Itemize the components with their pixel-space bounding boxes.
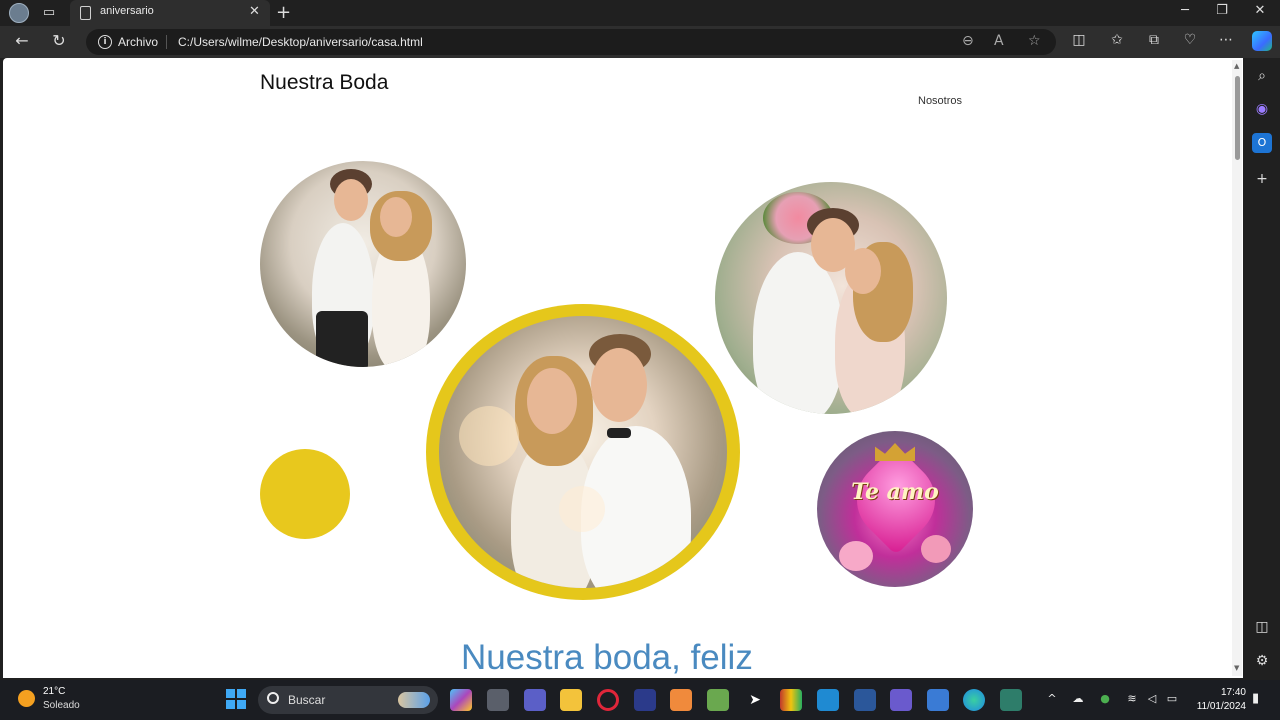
taskbar-search[interactable]: Buscar — [258, 686, 438, 714]
address-bar[interactable]: i Archivo C:/Users/wilme/Desktop/anivers… — [86, 29, 1056, 55]
volume-icon[interactable]: ◁ — [1144, 692, 1160, 705]
address-label: Archivo — [118, 35, 159, 49]
wedding-photo-dance — [260, 161, 466, 367]
sidebar-toggle-icon[interactable]: ◫ — [1252, 617, 1272, 637]
onedrive-icon[interactable]: ☁ — [1070, 692, 1086, 705]
clock-date: 11/01/2024 — [1196, 701, 1246, 712]
app-icon-purple[interactable] — [890, 689, 912, 711]
vscode-icon[interactable] — [817, 689, 839, 711]
system-clock[interactable]: 17:40 11/01/2024 — [1190, 686, 1246, 714]
minimize-icon[interactable]: ─ — [1175, 3, 1195, 18]
battery-icon[interactable]: ▭ — [1164, 692, 1180, 705]
search-highlight-icon — [398, 692, 430, 708]
wedding-photo-smiling — [439, 316, 727, 588]
favorite-star-icon[interactable]: ☆ — [1028, 33, 1041, 49]
windows-start-icon[interactable] — [226, 689, 246, 709]
notification-icon[interactable]: ▮ — [1252, 691, 1259, 706]
weather-sun-icon[interactable] — [18, 690, 35, 707]
split-screen-icon[interactable]: ◫ — [1069, 32, 1089, 48]
plus-icon[interactable]: + — [276, 2, 291, 23]
favorites-icon[interactable]: ✩ — [1107, 32, 1127, 48]
copilot-icon[interactable] — [1252, 31, 1272, 51]
add-icon[interactable]: + — [1252, 169, 1272, 189]
site-title: Nuestra Boda — [260, 71, 389, 94]
app-icon-green[interactable] — [707, 689, 729, 711]
more-icon[interactable]: ⋯ — [1216, 32, 1236, 48]
close-icon[interactable]: ✕ — [249, 4, 260, 19]
decorative-yellow-circle — [260, 449, 350, 539]
tab-title: aniversario — [100, 5, 154, 17]
zoom-out-icon[interactable]: ⊖ — [962, 33, 974, 49]
tab-aniversario[interactable]: aniversario ✕ — [70, 0, 270, 26]
wedding-photo-kiss — [715, 182, 947, 414]
teams-icon[interactable] — [524, 689, 546, 711]
page-viewport: Nuestra Boda Nosotros Te amo Nuestra bod… — [3, 58, 1243, 678]
scrollbar-thumb[interactable] — [1235, 76, 1240, 160]
title-bar: ▭ aniversario ✕ + ─ ❐ ✕ — [0, 0, 1280, 26]
app-icon-blue[interactable] — [634, 689, 656, 711]
scroll-down-icon[interactable]: ▼ — [1234, 664, 1239, 672]
word-icon[interactable] — [854, 689, 876, 711]
restore-icon[interactable]: ❐ — [1212, 3, 1232, 18]
collections-icon[interactable]: ⧉ — [1144, 32, 1164, 48]
browser-essentials-icon[interactable]: ♡ — [1180, 32, 1200, 48]
info-icon[interactable]: i — [98, 35, 112, 49]
outlook-icon[interactable]: O — [1252, 133, 1272, 153]
search-icon — [267, 692, 279, 704]
scroll-up-icon[interactable]: ▲ — [1234, 62, 1239, 70]
refresh-icon[interactable]: ↻ — [48, 31, 70, 50]
navigation-bar: ← ↻ i Archivo C:/Users/wilme/Desktop/ani… — [0, 26, 1280, 58]
profile-icon[interactable] — [9, 3, 29, 23]
weather-temperature[interactable]: 21°C — [43, 686, 65, 697]
weather-condition[interactable]: Soleado — [43, 700, 80, 711]
read-aloud-icon[interactable]: A — [994, 33, 1004, 49]
edge-icon[interactable] — [963, 689, 985, 711]
winrar-icon[interactable] — [780, 689, 802, 711]
taskbar: 21°C Soleado Buscar ➤ ^ ☁ ● ≋ ◁ ▭ 17:40 … — [0, 680, 1280, 720]
remote-app-icon[interactable] — [927, 689, 949, 711]
search-icon[interactable]: ⌕ — [1252, 66, 1272, 86]
window-close-icon[interactable]: ✕ — [1250, 3, 1270, 18]
page-headline: Nuestra boda, feliz — [461, 638, 753, 677]
divider — [166, 35, 167, 49]
wifi-icon[interactable]: ≋ — [1124, 692, 1140, 705]
back-icon[interactable]: ← — [11, 31, 33, 50]
crown-icon — [875, 443, 915, 461]
xampp-icon[interactable] — [670, 689, 692, 711]
microphone-icon[interactable]: ● — [1097, 692, 1113, 705]
te-amo-text: Te amo — [851, 479, 939, 505]
tab-actions-icon[interactable]: ▭ — [40, 4, 58, 22]
te-amo-heart-image: Te amo — [817, 431, 973, 587]
chevron-up-icon[interactable]: ^ — [1044, 692, 1060, 705]
page-icon — [80, 6, 91, 20]
clock-time: 17:40 — [1220, 687, 1246, 698]
file-explorer-icon[interactable] — [560, 689, 582, 711]
search-placeholder: Buscar — [288, 693, 326, 707]
copilot-app-icon[interactable] — [450, 689, 472, 711]
task-view-icon[interactable] — [487, 689, 509, 711]
settings-icon[interactable]: ⚙ — [1252, 651, 1272, 671]
nav-link-nosotros[interactable]: Nosotros — [918, 95, 962, 107]
media-app-icon[interactable]: ➤ — [744, 689, 766, 711]
opera-icon[interactable] — [597, 689, 619, 711]
copilot-sidebar-icon[interactable]: ◉ — [1252, 99, 1272, 119]
url-text[interactable]: C:/Users/wilme/Desktop/aniversario/casa.… — [178, 35, 423, 49]
app-icon-teal[interactable] — [1000, 689, 1022, 711]
